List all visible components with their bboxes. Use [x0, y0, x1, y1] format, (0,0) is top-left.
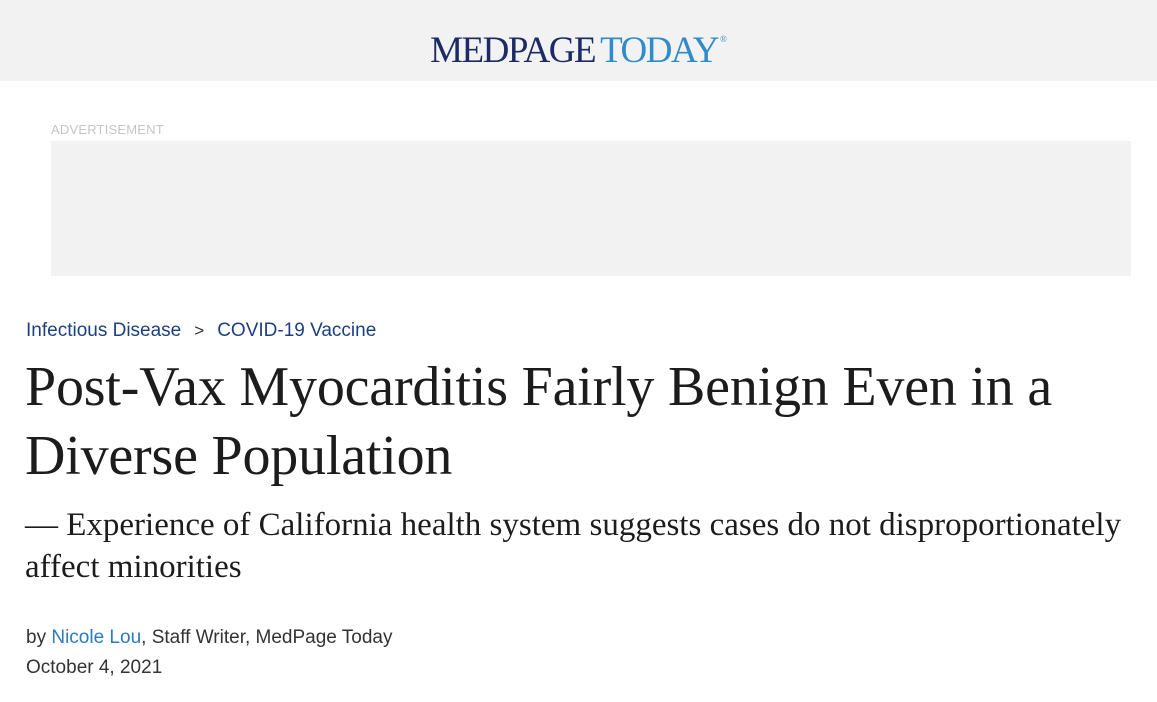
breadcrumb: Infectious Disease > COVID-19 Vaccine: [26, 319, 376, 343]
article-headline: Post-Vax Myocarditis Fairly Benign Even …: [25, 356, 1053, 487]
publication-date: October 4, 2021: [26, 657, 163, 678]
logo-today-text: TODAY: [600, 30, 719, 71]
article-subheadline: — Experience of California health system…: [25, 507, 1122, 585]
breadcrumb-separator: >: [194, 321, 205, 340]
registered-trademark-mark: ®: [720, 34, 727, 44]
breadcrumb-infectious-disease[interactable]: Infectious Disease: [26, 320, 181, 341]
advertisement-label: ADVERTISEMENT: [51, 122, 164, 137]
breadcrumb-covid-19-vaccine[interactable]: COVID-19 Vaccine: [217, 320, 376, 341]
advertisement-slot: [51, 141, 1131, 276]
article-byline: by Nicole Lou, Staff Writer, MedPage Tod…: [26, 626, 393, 650]
logo-medpage-text: MEDPAGE: [430, 30, 596, 71]
byline-prefix: by: [26, 627, 47, 648]
author-link[interactable]: Nicole Lou: [51, 627, 141, 648]
site-header: MEDPAGE TODAY ®: [0, 0, 1157, 81]
medpage-today-logo[interactable]: MEDPAGE TODAY ®: [0, 17, 1157, 73]
byline-role: , Staff Writer, MedPage Today: [141, 627, 393, 648]
